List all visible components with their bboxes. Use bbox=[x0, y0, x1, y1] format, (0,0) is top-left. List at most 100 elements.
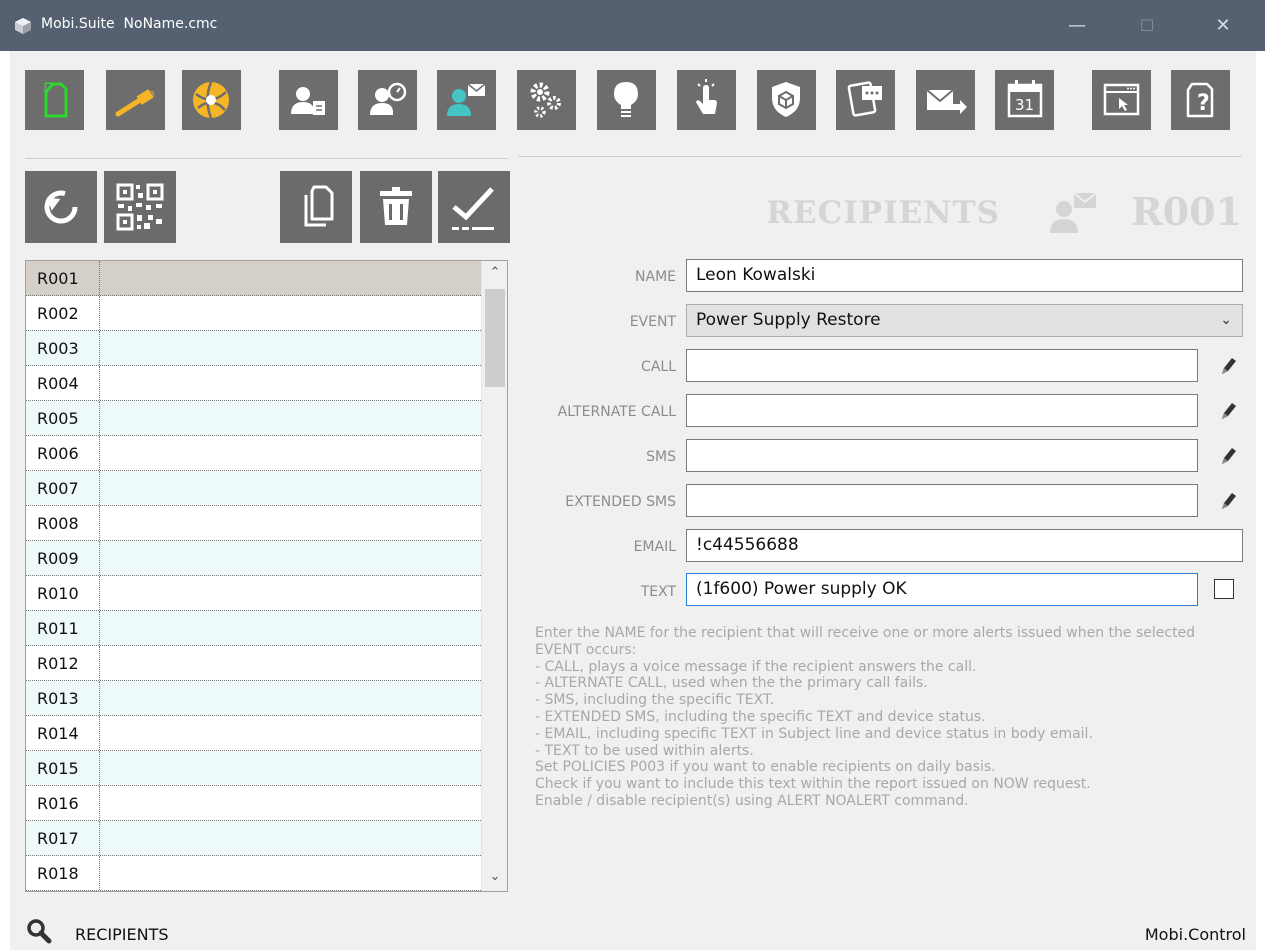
window-cursor-icon bbox=[1103, 83, 1140, 116]
close-button[interactable]: ✕ bbox=[1195, 0, 1251, 51]
minimize-button[interactable]: — bbox=[1049, 0, 1105, 51]
list-item[interactable]: R001 bbox=[26, 261, 481, 296]
help-button[interactable]: ? bbox=[1171, 70, 1230, 130]
toolbar-separator-left bbox=[25, 158, 508, 159]
qr-code-icon bbox=[116, 183, 164, 231]
sms-edit-pencil-icon[interactable] bbox=[1215, 443, 1239, 467]
lightbulb-icon bbox=[614, 82, 638, 117]
status-product-label: Mobi.Control bbox=[1144, 925, 1246, 944]
send-email-button[interactable] bbox=[916, 70, 975, 130]
remote-messages-icon bbox=[847, 81, 882, 117]
window-cursor-button[interactable] bbox=[1092, 70, 1151, 130]
list-item[interactable]: R009 bbox=[26, 541, 481, 576]
user-settings-button[interactable] bbox=[358, 70, 417, 130]
toolbar-separator-right bbox=[518, 156, 1242, 157]
include-text-checkbox[interactable] bbox=[1214, 579, 1234, 599]
list-item-code: R008 bbox=[26, 506, 100, 540]
list-item[interactable]: R005 bbox=[26, 401, 481, 436]
svg-text:?: ? bbox=[1197, 91, 1210, 116]
app-name: Mobi.Suite bbox=[41, 16, 115, 32]
list-item[interactable]: R014 bbox=[26, 716, 481, 751]
help-line: - SMS, including the specific TEXT. bbox=[535, 692, 775, 709]
list-scrollbar[interactable]: ⌃ ⌄ bbox=[481, 261, 507, 891]
status-section-label: RECIPIENTS bbox=[75, 925, 169, 944]
delete-icon bbox=[380, 187, 412, 225]
refresh-button[interactable] bbox=[25, 171, 97, 243]
shield-button[interactable] bbox=[757, 70, 816, 130]
call-label: CALL bbox=[641, 359, 676, 375]
email-field[interactable]: !c44556688 bbox=[686, 529, 1243, 562]
scroll-down-button[interactable]: ⌄ bbox=[482, 869, 507, 884]
network-button[interactable] bbox=[182, 70, 241, 130]
search-icon[interactable] bbox=[25, 917, 53, 945]
chevron-down-icon: ⌄ bbox=[1220, 312, 1232, 328]
alternate-call-edit-pencil-icon[interactable] bbox=[1215, 398, 1239, 422]
list-item-code: R009 bbox=[26, 541, 100, 575]
usb-connect-button[interactable]: B bbox=[106, 70, 165, 130]
new-file-button[interactable] bbox=[25, 70, 84, 130]
check-button[interactable] bbox=[438, 171, 510, 243]
extended-sms-edit-pencil-icon[interactable] bbox=[1215, 488, 1239, 512]
scroll-up-button[interactable]: ⌃ bbox=[482, 265, 507, 280]
sms-label: SMS bbox=[646, 449, 676, 465]
list-item-code: R007 bbox=[26, 471, 100, 505]
qr-code-button[interactable] bbox=[104, 171, 176, 243]
user-report-button[interactable] bbox=[279, 70, 338, 130]
help-line: - CALL, plays a voice message if the rec… bbox=[535, 658, 977, 675]
list-item[interactable]: R003 bbox=[26, 331, 481, 366]
call-field[interactable] bbox=[686, 349, 1198, 382]
copy-button[interactable] bbox=[280, 171, 352, 243]
extended-sms-field[interactable] bbox=[686, 484, 1198, 517]
settings-button[interactable] bbox=[517, 70, 576, 130]
help-line: Enter the NAME for the recipient that wi… bbox=[535, 625, 1200, 658]
list-item-code: R001 bbox=[26, 261, 100, 295]
list-item[interactable]: R017 bbox=[26, 821, 481, 856]
call-edit-pencil-icon[interactable] bbox=[1215, 353, 1239, 377]
list-item[interactable]: R006 bbox=[26, 436, 481, 471]
touch-button[interactable] bbox=[677, 70, 736, 130]
help-icon: ? bbox=[1186, 82, 1214, 118]
scroll-thumb[interactable] bbox=[485, 289, 505, 387]
app-icon bbox=[15, 18, 31, 34]
list-item[interactable]: R012 bbox=[26, 646, 481, 681]
event-selected-value: Power Supply Restore bbox=[696, 310, 881, 330]
alternate-call-label: ALTERNATE CALL bbox=[557, 404, 676, 420]
help-line: - TEXT to be used within alerts. bbox=[535, 742, 754, 759]
list-item[interactable]: R011 bbox=[26, 611, 481, 646]
list-item[interactable]: R015 bbox=[26, 751, 481, 786]
remote-messages-button[interactable] bbox=[836, 70, 895, 130]
recipients-button[interactable] bbox=[437, 70, 496, 130]
settings-icon bbox=[530, 82, 561, 118]
copy-icon bbox=[304, 185, 334, 227]
list-item[interactable]: R013 bbox=[26, 681, 481, 716]
main-window: B 31 ? RECIPIENTS R001 R001 R002 R003 R0… bbox=[10, 51, 1256, 950]
header-recipients-icon bbox=[1050, 192, 1097, 233]
list-item-code: R002 bbox=[26, 296, 100, 330]
list-item[interactable]: R018 bbox=[26, 856, 481, 891]
user-settings-icon bbox=[370, 82, 407, 115]
new-file-icon bbox=[44, 82, 68, 118]
event-select[interactable]: Power Supply Restore ⌄ bbox=[686, 304, 1243, 337]
recipient-list[interactable]: R001 R002 R003 R004 R005 R006 R007 R008 R009 R010… bbox=[25, 260, 508, 892]
sms-field[interactable] bbox=[686, 439, 1198, 472]
user-report-icon bbox=[291, 87, 325, 115]
event-label: EVENT bbox=[629, 314, 676, 330]
list-item[interactable]: R008 bbox=[26, 506, 481, 541]
list-item[interactable]: R004 bbox=[26, 366, 481, 401]
calendar-button[interactable]: 31 bbox=[995, 70, 1054, 130]
list-item[interactable]: R010 bbox=[26, 576, 481, 611]
list-item[interactable]: R007 bbox=[26, 471, 481, 506]
lightbulb-button[interactable] bbox=[597, 70, 656, 130]
list-item[interactable]: R002 bbox=[26, 296, 481, 331]
refresh-icon bbox=[44, 190, 78, 224]
extended-sms-label: EXTENDED SMS bbox=[565, 494, 676, 510]
calendar-day-label: 31 bbox=[1014, 96, 1035, 114]
alternate-call-field[interactable] bbox=[686, 394, 1198, 427]
list-item-code: R006 bbox=[26, 436, 100, 470]
name-field[interactable]: Leon Kowalski bbox=[686, 259, 1243, 292]
list-item[interactable]: R016 bbox=[26, 786, 481, 821]
maximize-button[interactable]: ☐ bbox=[1119, 0, 1175, 51]
delete-button[interactable] bbox=[360, 171, 432, 243]
text-field[interactable]: (1f600) Power supply OK bbox=[686, 573, 1198, 606]
recipients-icon bbox=[447, 83, 486, 116]
